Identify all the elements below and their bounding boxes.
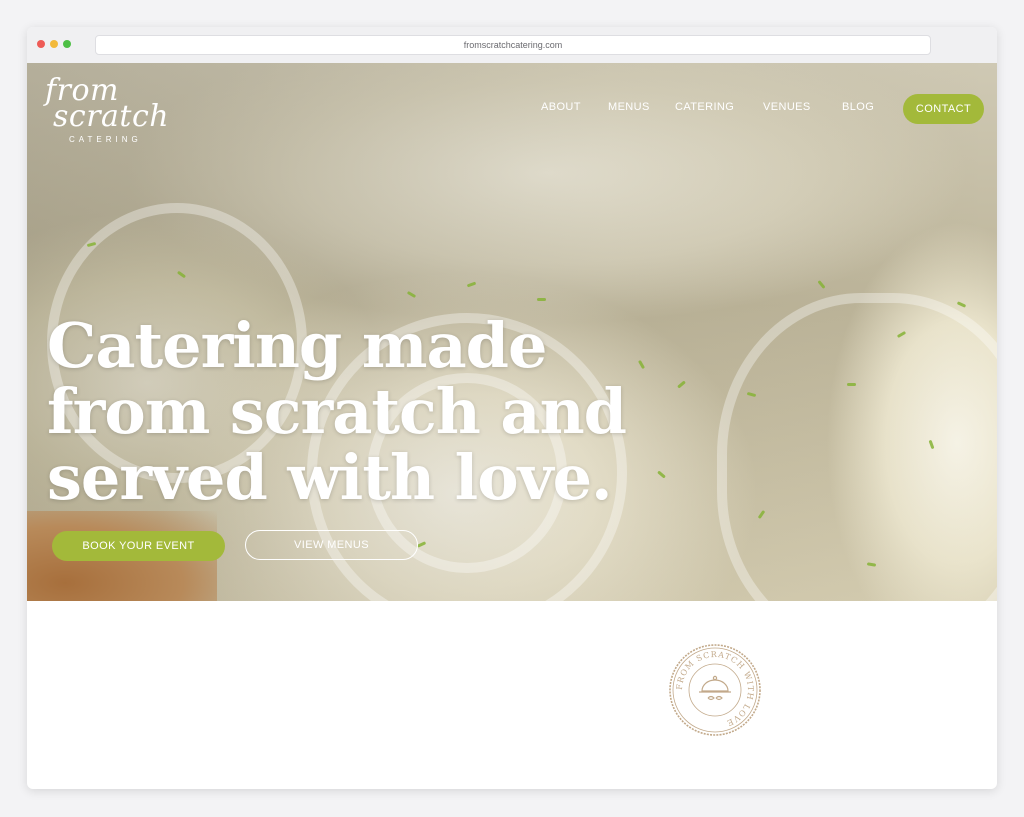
- logo-text-scratch: scratch: [53, 99, 170, 134]
- headline-line: Catering made: [47, 309, 547, 382]
- contact-button[interactable]: CONTACT: [903, 94, 984, 124]
- nav-item-venues[interactable]: VENUES: [763, 101, 811, 113]
- browser-toolbar: fromscratchcatering.com: [27, 27, 997, 64]
- cloche-icon: [699, 675, 731, 701]
- hero-headline: Catering made from scratch and served wi…: [47, 313, 627, 511]
- site-logo[interactable]: from scratch CATERING: [43, 73, 193, 153]
- address-bar[interactable]: fromscratchcatering.com: [95, 35, 931, 55]
- frosting-swirl: [717, 293, 997, 601]
- browser-window: fromscratchcatering.com from scratch CAT…: [27, 27, 997, 789]
- logo-subtitle: CATERING: [69, 135, 142, 144]
- minimize-window-icon[interactable]: [50, 40, 58, 48]
- hero-section: from scratch CATERING ABOUT MENUS CATERI…: [27, 63, 997, 601]
- nav-item-about[interactable]: ABOUT: [541, 101, 581, 113]
- nav-item-catering[interactable]: CATERING: [675, 101, 734, 113]
- lime-zest: [847, 383, 856, 386]
- book-event-button[interactable]: BOOK YOUR EVENT: [52, 531, 225, 561]
- close-window-icon[interactable]: [37, 40, 45, 48]
- lime-zest: [537, 298, 546, 301]
- view-menus-button[interactable]: VIEW MENUS: [245, 530, 418, 560]
- seal-graphic: FROM SCRATCH WITH LOVE: [669, 644, 761, 736]
- nav-item-menus[interactable]: MENUS: [608, 101, 650, 113]
- headline-line: from scratch and: [47, 375, 627, 448]
- maximize-window-icon[interactable]: [63, 40, 71, 48]
- nav-item-blog[interactable]: BLOG: [842, 101, 874, 113]
- headline-line: served with love.: [47, 441, 613, 514]
- from-scratch-seal: FROM SCRATCH WITH LOVE: [668, 643, 762, 737]
